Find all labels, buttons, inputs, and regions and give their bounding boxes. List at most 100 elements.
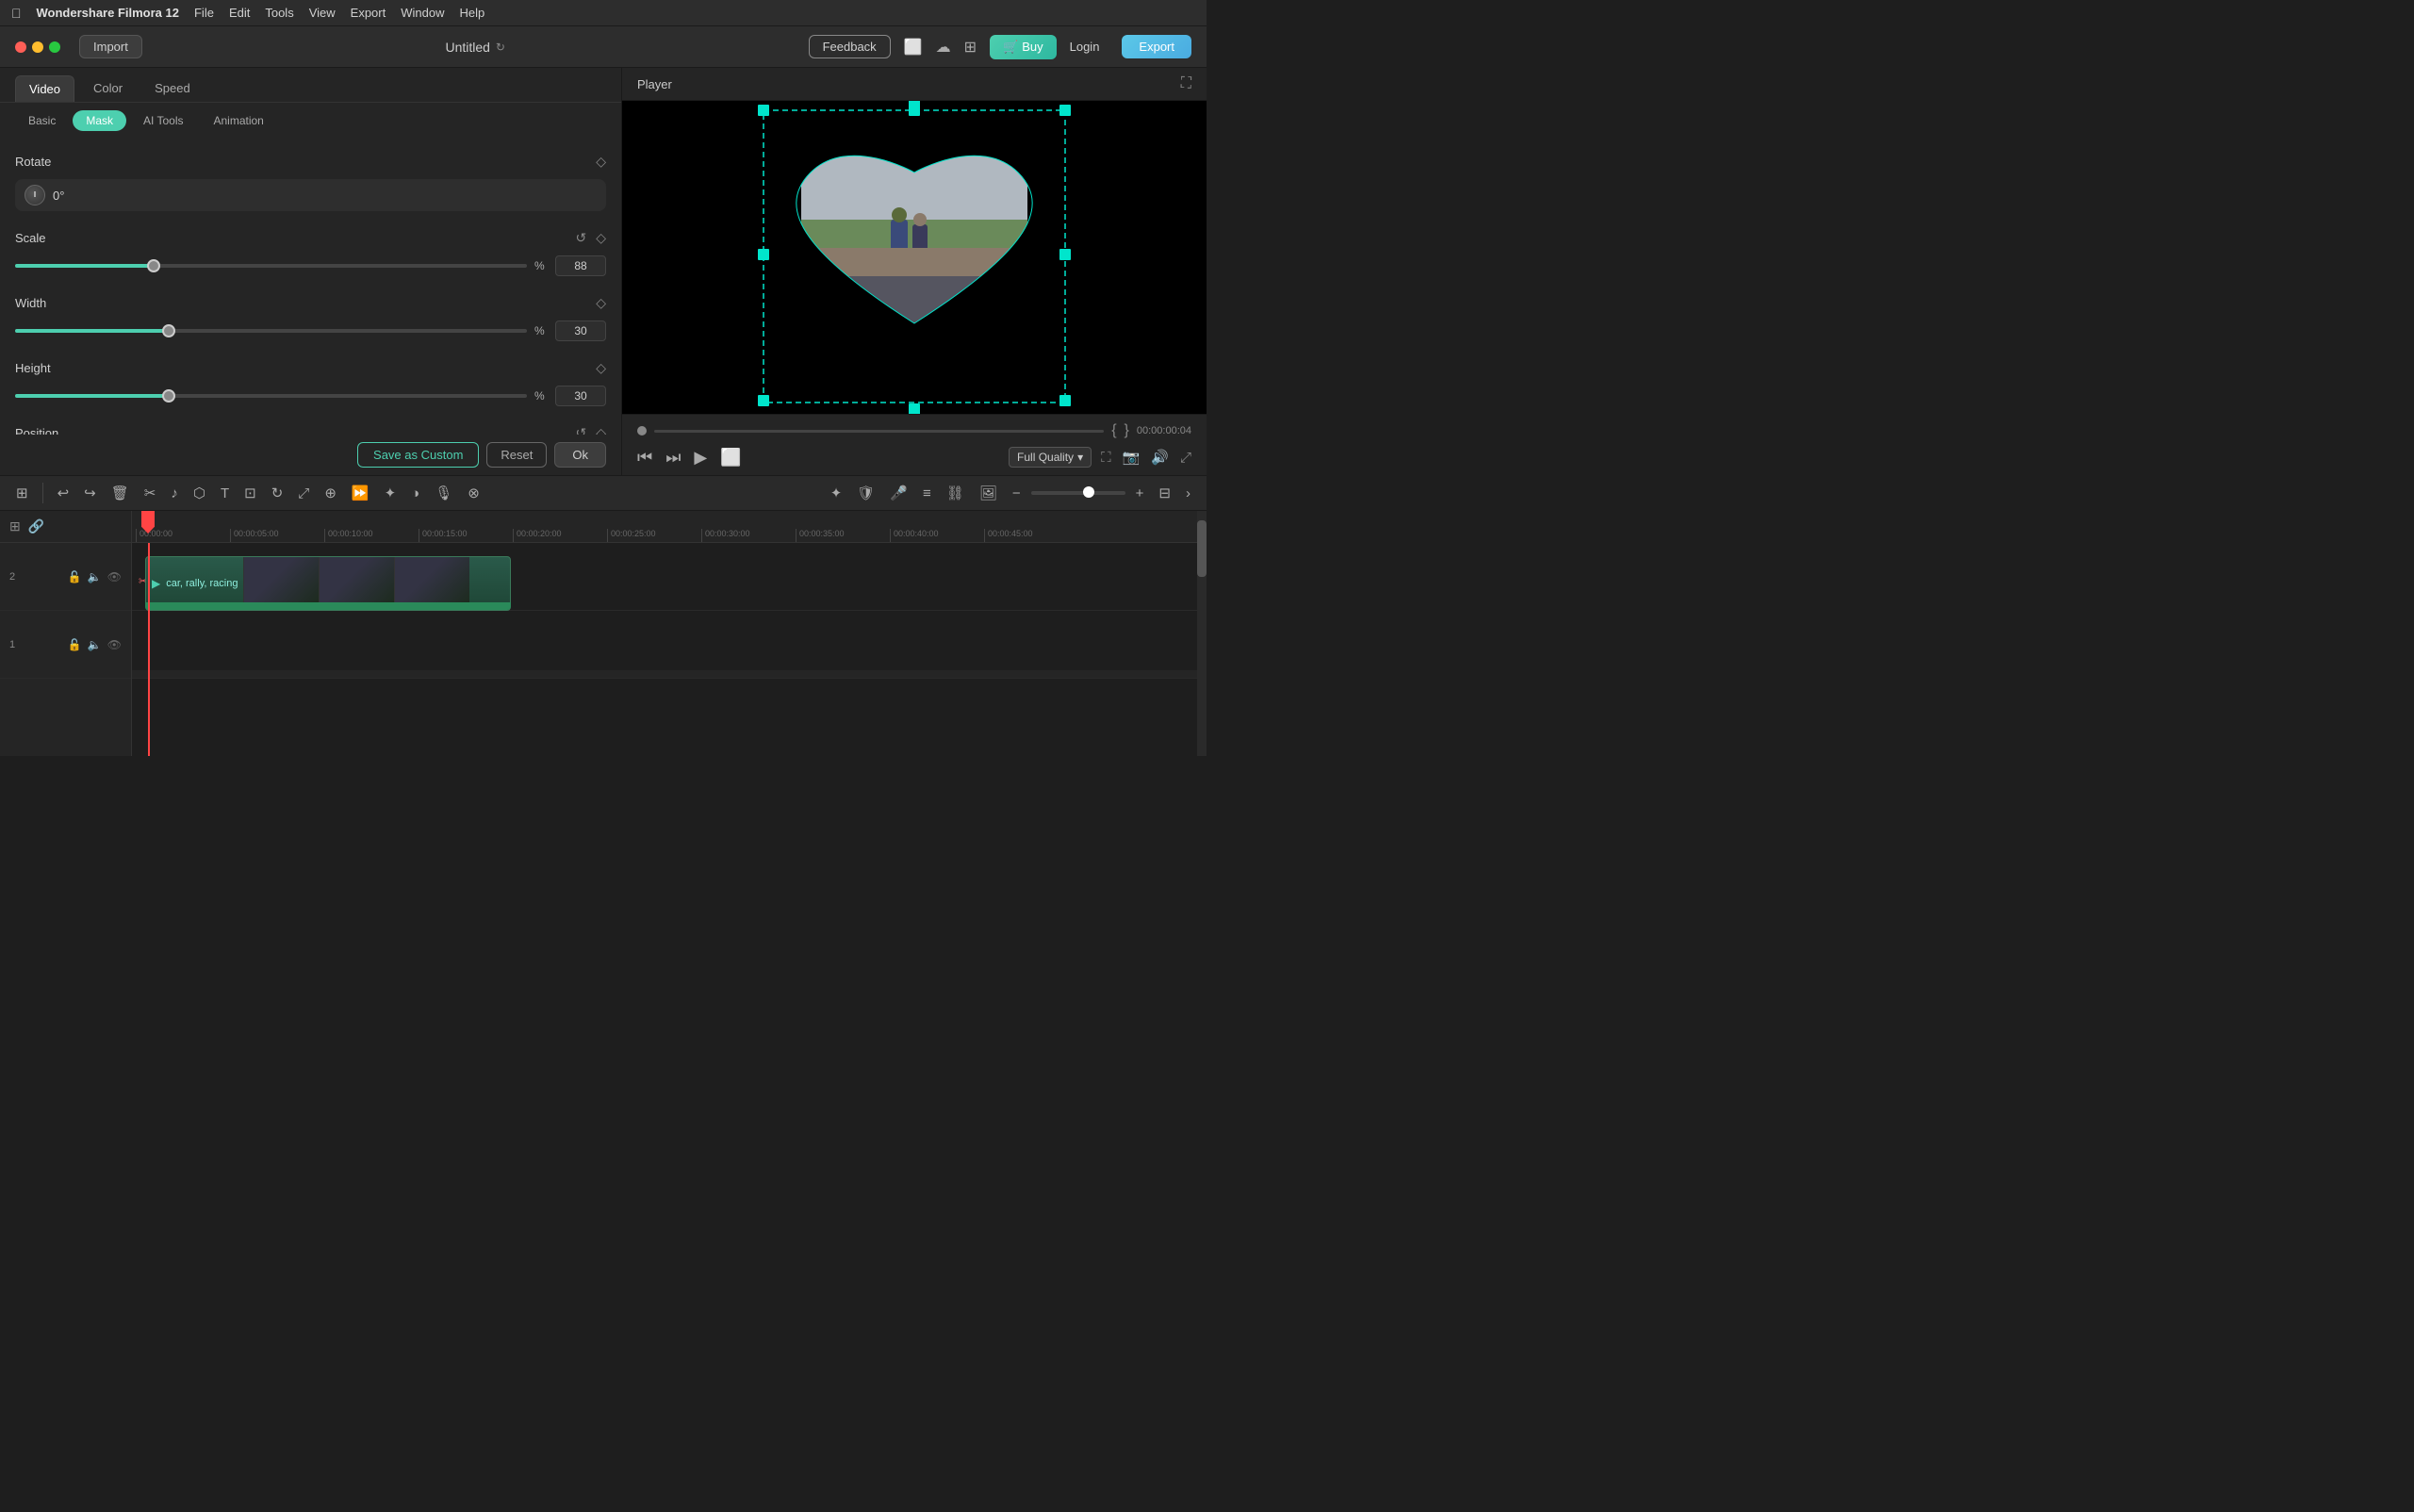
width-input[interactable]	[555, 320, 606, 341]
width-slider-track[interactable]	[15, 329, 527, 333]
rotate-dial[interactable]	[25, 185, 45, 205]
toolbar-color-icon[interactable]: ◑	[406, 483, 424, 504]
toolbar-undo-icon[interactable]: ↩	[53, 482, 74, 504]
sub-tab-ai-tools[interactable]: AI Tools	[130, 110, 196, 131]
zoom-out-button[interactable]: −	[1008, 483, 1026, 504]
toolbar-cut-icon[interactable]: ✂	[140, 482, 161, 504]
scale-input[interactable]	[555, 255, 606, 276]
toolbar-eq-icon[interactable]: ≡	[918, 483, 936, 504]
toolbar-link-icon[interactable]: ⛓	[942, 482, 969, 504]
timeline-track-2[interactable]: ✂ ▶ car, rally, racing	[132, 543, 1207, 611]
screenshot-icon[interactable]: 📷	[1123, 449, 1141, 466]
quality-selector[interactable]: Full Quality ▾	[1009, 447, 1092, 468]
menu-file[interactable]: File	[194, 6, 214, 20]
toolbar-shape-icon[interactable]: ⬡	[189, 482, 210, 504]
settings-icon[interactable]: ⤢	[1180, 450, 1191, 466]
sub-tab-mask[interactable]: Mask	[73, 110, 126, 131]
toolbar-mask-icon[interactable]: ⊗	[463, 482, 484, 504]
toolbar-media-icon[interactable]: 🖼	[975, 482, 1002, 504]
out-bracket[interactable]: }	[1125, 422, 1129, 439]
height-keyframe-icon[interactable]: ◇	[596, 360, 606, 376]
toolbar-mic-icon[interactable]: 🎤	[885, 482, 912, 504]
traffic-lights	[15, 41, 60, 53]
track-2-eye-icon[interactable]: 👁	[107, 570, 122, 583]
playhead-dot[interactable]	[637, 426, 647, 436]
track-1-mute-icon[interactable]: 🔈	[88, 638, 102, 651]
toolbar-effects-2-icon[interactable]: ✦	[826, 482, 847, 504]
track-1-lock-icon[interactable]: 🔓	[68, 638, 82, 651]
toolbar-chevron-right-icon[interactable]: ›	[1181, 483, 1195, 504]
cloud-icon[interactable]: ☁	[936, 38, 951, 57]
menu-help[interactable]: Help	[459, 6, 484, 20]
track-2-mute-icon[interactable]: 🔈	[88, 570, 102, 583]
menu-view[interactable]: View	[309, 6, 336, 20]
timeline-track-1[interactable]	[132, 611, 1207, 679]
close-button[interactable]	[15, 41, 26, 53]
rotate-keyframe-icon[interactable]: ◇	[596, 154, 606, 170]
timeline-link-icon[interactable]: 🔗	[28, 518, 44, 534]
menu-tools[interactable]: Tools	[265, 6, 293, 20]
width-keyframe-icon[interactable]: ◇	[596, 295, 606, 311]
fullscreen-btn[interactable]: ⛶	[1101, 450, 1111, 466]
sub-tab-animation[interactable]: Animation	[200, 110, 276, 131]
toolbar-effects-icon[interactable]: ✦	[380, 482, 402, 504]
toolbar-list-icon[interactable]: ⊟	[1154, 482, 1175, 504]
height-slider-track[interactable]	[15, 394, 527, 398]
grid-icon[interactable]: ⊞	[964, 38, 977, 57]
scale-slider-track[interactable]	[15, 264, 527, 268]
toolbar-rotate-icon[interactable]: ↻	[267, 482, 288, 504]
position-reset-icon[interactable]: ↺	[575, 425, 586, 435]
maximize-button[interactable]	[49, 41, 60, 53]
toolbar-transform-icon[interactable]: ⊕	[320, 482, 341, 504]
ruler-mark-7: 00:00:35:00	[796, 529, 890, 542]
toolbar-speed-icon[interactable]: ⏩	[347, 482, 374, 504]
sub-tab-basic[interactable]: Basic	[15, 110, 69, 131]
height-input[interactable]	[555, 386, 606, 406]
timeline-scrollbar[interactable]	[1197, 511, 1207, 756]
track-2-lock-icon[interactable]: 🔓	[68, 570, 82, 583]
toolbar-crop-icon[interactable]: ⊡	[239, 482, 261, 504]
login-button[interactable]: Login	[1070, 40, 1100, 54]
position-keyframe-icon[interactable]: ◇	[596, 425, 606, 435]
feedback-button[interactable]: Feedback	[809, 35, 891, 58]
play-button[interactable]: ▶	[694, 448, 707, 468]
import-button[interactable]: Import	[79, 35, 142, 58]
tab-color[interactable]: Color	[80, 75, 136, 102]
toolbar-music-icon[interactable]: ♪	[166, 483, 183, 504]
zoom-slider[interactable]	[1031, 491, 1125, 495]
screen-icon[interactable]: ⬜	[904, 38, 923, 57]
export-button[interactable]: Export	[1122, 35, 1191, 58]
in-bracket[interactable]: {	[1111, 422, 1116, 439]
tab-video[interactable]: Video	[15, 75, 74, 102]
buy-button[interactable]: 🛒 Buy	[990, 35, 1057, 59]
menu-edit[interactable]: Edit	[229, 6, 250, 20]
step-back-button[interactable]: ⏭	[665, 448, 681, 468]
toolbar-delete-icon[interactable]: 🗑	[107, 482, 134, 504]
toolbar-grid-icon[interactable]: ⊞	[11, 482, 33, 504]
track-1-eye-icon[interactable]: 👁	[107, 638, 122, 651]
minimize-button[interactable]	[32, 41, 43, 53]
toolbar-zoom-fit-icon[interactable]: ⤢	[293, 483, 314, 504]
save-custom-button[interactable]: Save as Custom	[357, 442, 479, 468]
toolbar-redo-icon[interactable]: ↪	[79, 482, 101, 504]
stop-button[interactable]: ⬜	[720, 448, 741, 468]
scale-keyframe-icon[interactable]: ◇	[596, 230, 606, 246]
ok-button[interactable]: Ok	[554, 442, 606, 468]
menu-window[interactable]: Window	[401, 6, 444, 20]
reset-button[interactable]: Reset	[486, 442, 547, 468]
timeline-grid-icon[interactable]: ⊞	[9, 518, 21, 534]
tab-speed[interactable]: Speed	[141, 75, 204, 102]
toolbar-shield-icon[interactable]: 🛡	[852, 482, 879, 504]
zoom-slider-thumb[interactable]	[1083, 486, 1094, 498]
scale-reset-icon[interactable]: ↺	[575, 230, 586, 246]
zoom-in-button[interactable]: +	[1131, 483, 1149, 504]
toolbar-text-icon[interactable]: T	[216, 483, 234, 504]
fullscreen-icon[interactable]: ⛶	[1181, 75, 1191, 92]
progress-track[interactable]	[654, 430, 1104, 433]
toolbar-audio-icon[interactable]: 🎙	[430, 482, 457, 504]
rewind-button[interactable]: ⏮	[637, 448, 652, 468]
scrollbar-thumb[interactable]	[1197, 520, 1207, 577]
volume-icon[interactable]: 🔊	[1151, 449, 1169, 466]
menu-export[interactable]: Export	[351, 6, 386, 20]
main-layout: Video Color Speed Basic Mask AI Tools An…	[0, 68, 1207, 475]
